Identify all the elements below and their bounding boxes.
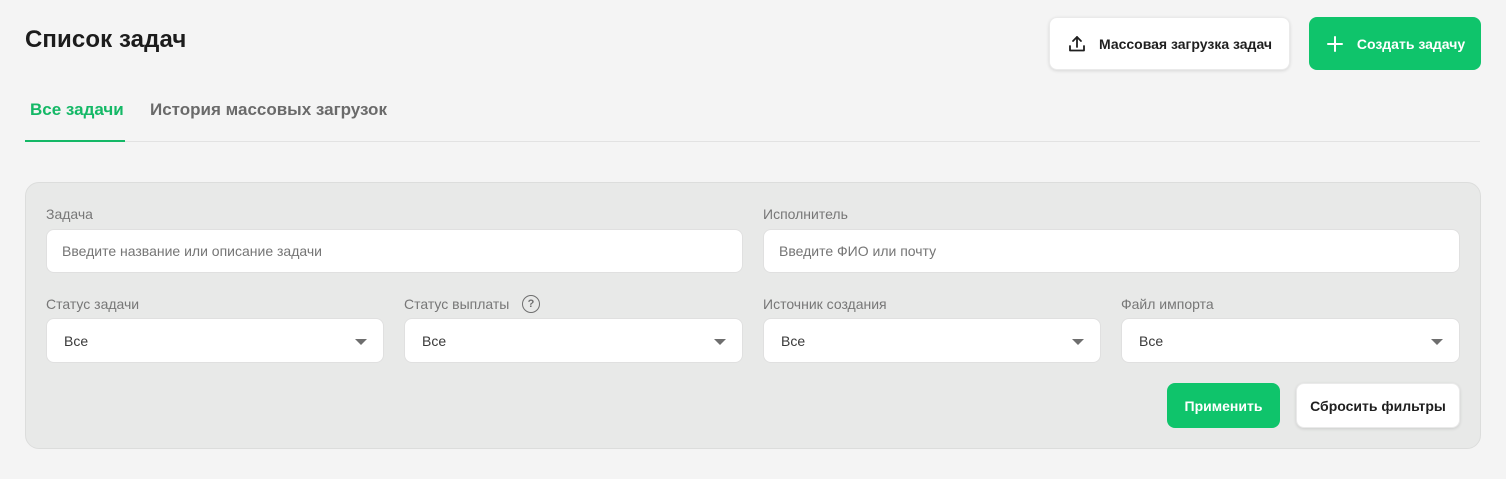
chevron-down-icon: [1072, 339, 1084, 345]
assignee-filter-label: Исполнитель: [763, 206, 848, 222]
task-search-input[interactable]: [46, 229, 743, 273]
source-value: Все: [781, 332, 806, 349]
create-task-label: Создать задачу: [1356, 35, 1466, 52]
reset-filters-button[interactable]: Сбросить фильтры: [1296, 383, 1460, 428]
import-file-select[interactable]: Все: [1121, 318, 1460, 363]
upload-icon: [1067, 34, 1087, 54]
import-file-label: Файл импорта: [1121, 296, 1214, 312]
payment-status-value: Все: [422, 332, 447, 349]
task-status-value: Все: [64, 332, 89, 349]
source-select[interactable]: Все: [763, 318, 1101, 363]
active-tab-indicator: [25, 140, 125, 142]
chevron-down-icon: [355, 339, 367, 345]
tab-all-tasks[interactable]: Все задачи: [30, 100, 124, 120]
bulk-upload-label: Массовая загрузка задач: [1098, 35, 1273, 52]
task-filter-label: Задача: [46, 206, 93, 222]
bulk-upload-button[interactable]: Массовая загрузка задач: [1049, 17, 1290, 70]
assignee-search-input[interactable]: [763, 229, 1460, 273]
apply-filters-button[interactable]: Применить: [1167, 383, 1280, 428]
chevron-down-icon: [714, 339, 726, 345]
help-circle-icon[interactable]: ?: [522, 295, 540, 313]
chevron-down-icon: [1431, 339, 1443, 345]
payment-status-select[interactable]: Все: [404, 318, 743, 363]
create-task-button[interactable]: Создать задачу: [1309, 17, 1481, 70]
page-title: Список задач: [25, 26, 187, 53]
payment-status-label: Статус выплаты: [404, 296, 510, 312]
import-file-value: Все: [1139, 332, 1164, 349]
plus-icon: [1325, 34, 1345, 54]
tab-bulk-history[interactable]: История массовых загрузок: [150, 100, 387, 120]
filter-panel: Задача Исполнитель Статус задачи Все Ста…: [25, 182, 1481, 449]
task-status-select[interactable]: Все: [46, 318, 384, 363]
source-label: Источник создания: [763, 296, 887, 312]
page: Список задач Массовая загрузка задач Соз…: [0, 0, 1506, 479]
task-status-label: Статус задачи: [46, 296, 140, 312]
tabs: Все задачи История массовых загрузок: [25, 92, 1480, 142]
